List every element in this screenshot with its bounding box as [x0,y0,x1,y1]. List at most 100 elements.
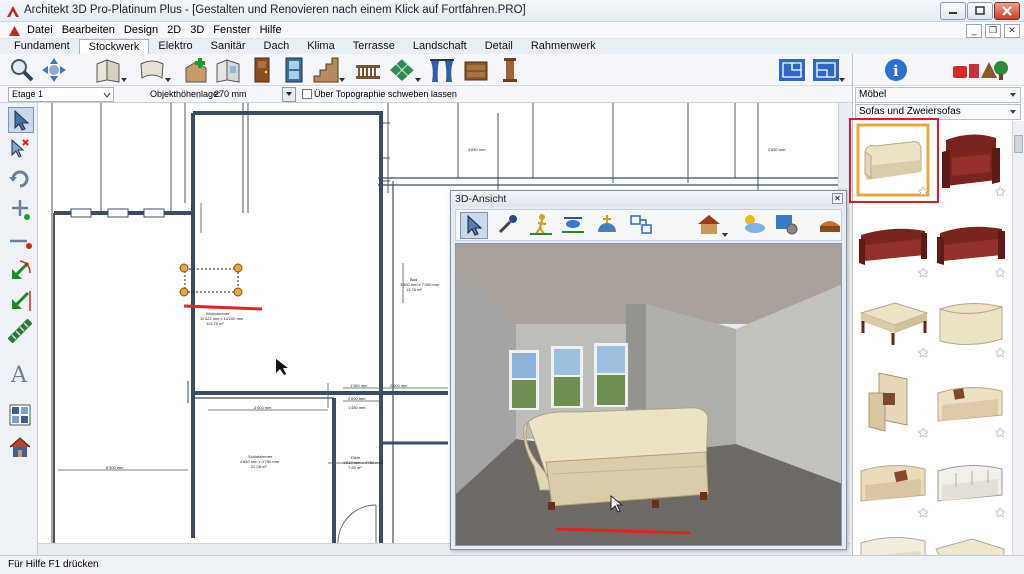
catalog-item-sofa-white[interactable]: ★ [932,443,1008,521]
mdi-restore-button[interactable]: ❐ [985,24,1001,38]
catalog-item-loveseat-burgundy[interactable]: ★ [932,203,1008,281]
tab-landschaft[interactable]: Landschaft [404,39,476,54]
catalog-scrollbar[interactable] [1012,121,1024,555]
selected-sofa-plan[interactable] [179,263,243,297]
favorite-star-icon[interactable]: ★ [994,426,1006,439]
menu-fenster[interactable]: Fenster [213,24,250,36]
catalog-item-sofa-beige-pillows[interactable]: ★ [932,363,1008,441]
menu-bearbeiten[interactable]: Bearbeiten [62,24,115,36]
arc-tool[interactable] [8,259,34,285]
favorite-star-icon[interactable]: ★ [917,346,929,359]
curved-wall-button[interactable] [138,56,171,84]
mdi-close-button[interactable]: ✕ [1004,24,1020,38]
3d-weather-button[interactable] [740,212,768,239]
cabinet-button[interactable] [280,56,308,84]
texture-tool[interactable] [8,403,34,429]
curtain-button[interactable] [428,56,456,84]
tab-dach[interactable]: Dach [255,39,299,54]
tab-terrasse[interactable]: Terrasse [344,39,404,54]
3d-more-button[interactable] [816,212,844,239]
3d-viewport[interactable] [455,243,842,546]
menu-datei[interactable]: Datei [27,24,53,36]
rotate-tool[interactable] [8,167,34,193]
catalog-item-ottoman-bench[interactable]: ★ [855,283,931,361]
tab-elektro[interactable]: Elektro [149,39,201,54]
tab-sanitaer[interactable]: Sanitär [202,39,255,54]
category-select[interactable]: Möbel [855,87,1021,103]
3d-eyedropper-button[interactable] [494,212,522,239]
3d-fly-button[interactable] [560,212,588,239]
mdi-minimize-button[interactable]: _ [966,24,982,38]
furniture-catalog-button[interactable] [951,56,1009,84]
door-button[interactable] [248,56,276,84]
catalog-item-loveseat-beige[interactable]: ★ [855,443,931,521]
hatch-tool[interactable] [7,318,34,345]
3d-settings-button[interactable] [774,212,802,239]
wall-button[interactable] [94,56,127,84]
column-button[interactable] [496,56,524,84]
add-point-tool[interactable] [8,197,34,223]
house-tool[interactable] [8,435,34,461]
3d-select-button[interactable] [460,212,488,239]
3d-sofa[interactable] [523,407,709,510]
favorite-star-icon[interactable]: ★ [994,185,1006,198]
pan-button[interactable] [40,56,68,84]
railing-button[interactable] [354,56,382,84]
3d-room-render[interactable] [456,244,842,546]
tab-stockwerk[interactable]: Stockwerk [78,39,150,54]
favorite-star-icon[interactable]: ★ [994,266,1006,279]
add-room-icon [185,58,207,83]
menu-2d[interactable]: 2D [167,24,181,36]
catalog-scrollbar-thumb[interactable] [1014,135,1023,153]
stairs-button[interactable] [312,56,345,84]
select-tool[interactable] [8,107,34,133]
line-tool[interactable] [8,229,34,255]
floor-select[interactable]: Etage 1 [8,87,114,102]
3d-view-close-button[interactable]: ✕ [832,193,843,204]
topo-checkbox[interactable] [302,89,312,99]
catalog-item-sectional-cream[interactable] [932,523,1008,555]
window-button[interactable] [214,56,242,84]
favorite-star-icon[interactable]: ★ [917,266,929,279]
close-button[interactable] [994,2,1020,20]
catalog-item-sofa-cream-large[interactable] [855,523,931,555]
subcategory-select-value: Sofas und Zweiersofas [859,106,961,117]
dresser-button[interactable] [462,56,490,84]
restore-button[interactable] [967,2,993,20]
3d-plan-button[interactable] [628,212,656,239]
height-dropdown-button[interactable] [282,87,296,102]
plan-view-button[interactable] [778,56,806,84]
catalog-item-ottoman-square[interactable]: ★ [932,283,1008,361]
text-tool[interactable]: A [8,361,34,388]
add-room-button[interactable] [182,56,210,84]
3d-house-button[interactable] [696,212,728,239]
info-button[interactable]: i [883,57,909,83]
favorite-star-icon[interactable]: ★ [994,506,1006,519]
favorite-star-icon[interactable]: ★ [994,346,1006,359]
tab-fundament[interactable]: Fundament [5,39,79,54]
3d-dome-button[interactable] [594,212,622,239]
menu-3d[interactable]: 3D [190,24,204,36]
plan-view-icon [630,215,652,234]
catalog-item-armchair-beige[interactable]: ★ [855,363,931,441]
favorite-star-icon[interactable]: ★ [917,506,929,519]
menu-design[interactable]: Design [124,24,158,36]
height-input[interactable]: 270 mm [210,87,282,102]
minimize-button[interactable] [940,2,966,20]
plan-view-2-button[interactable] [812,56,845,84]
tab-klima[interactable]: Klima [298,39,344,54]
curtain-icon [430,59,454,82]
3d-walk-button[interactable] [528,212,556,239]
column-icon [503,58,517,82]
menu-hilfe[interactable]: Hilfe [260,24,282,36]
favorite-star-icon[interactable]: ★ [917,426,929,439]
tab-rahmenwerk[interactable]: Rahmenwerk [522,39,605,54]
house-icon [9,437,31,457]
catalog-item-armchair-burgundy[interactable]: ★ [932,122,1008,200]
split-tool[interactable] [8,289,34,315]
tab-detail[interactable]: Detail [476,39,522,54]
floor-pattern-button[interactable] [388,56,421,84]
catalog-item-sofa-burgundy[interactable]: ★ [855,203,931,281]
multi-select-tool[interactable] [8,137,34,163]
zoom-button[interactable] [8,56,36,84]
